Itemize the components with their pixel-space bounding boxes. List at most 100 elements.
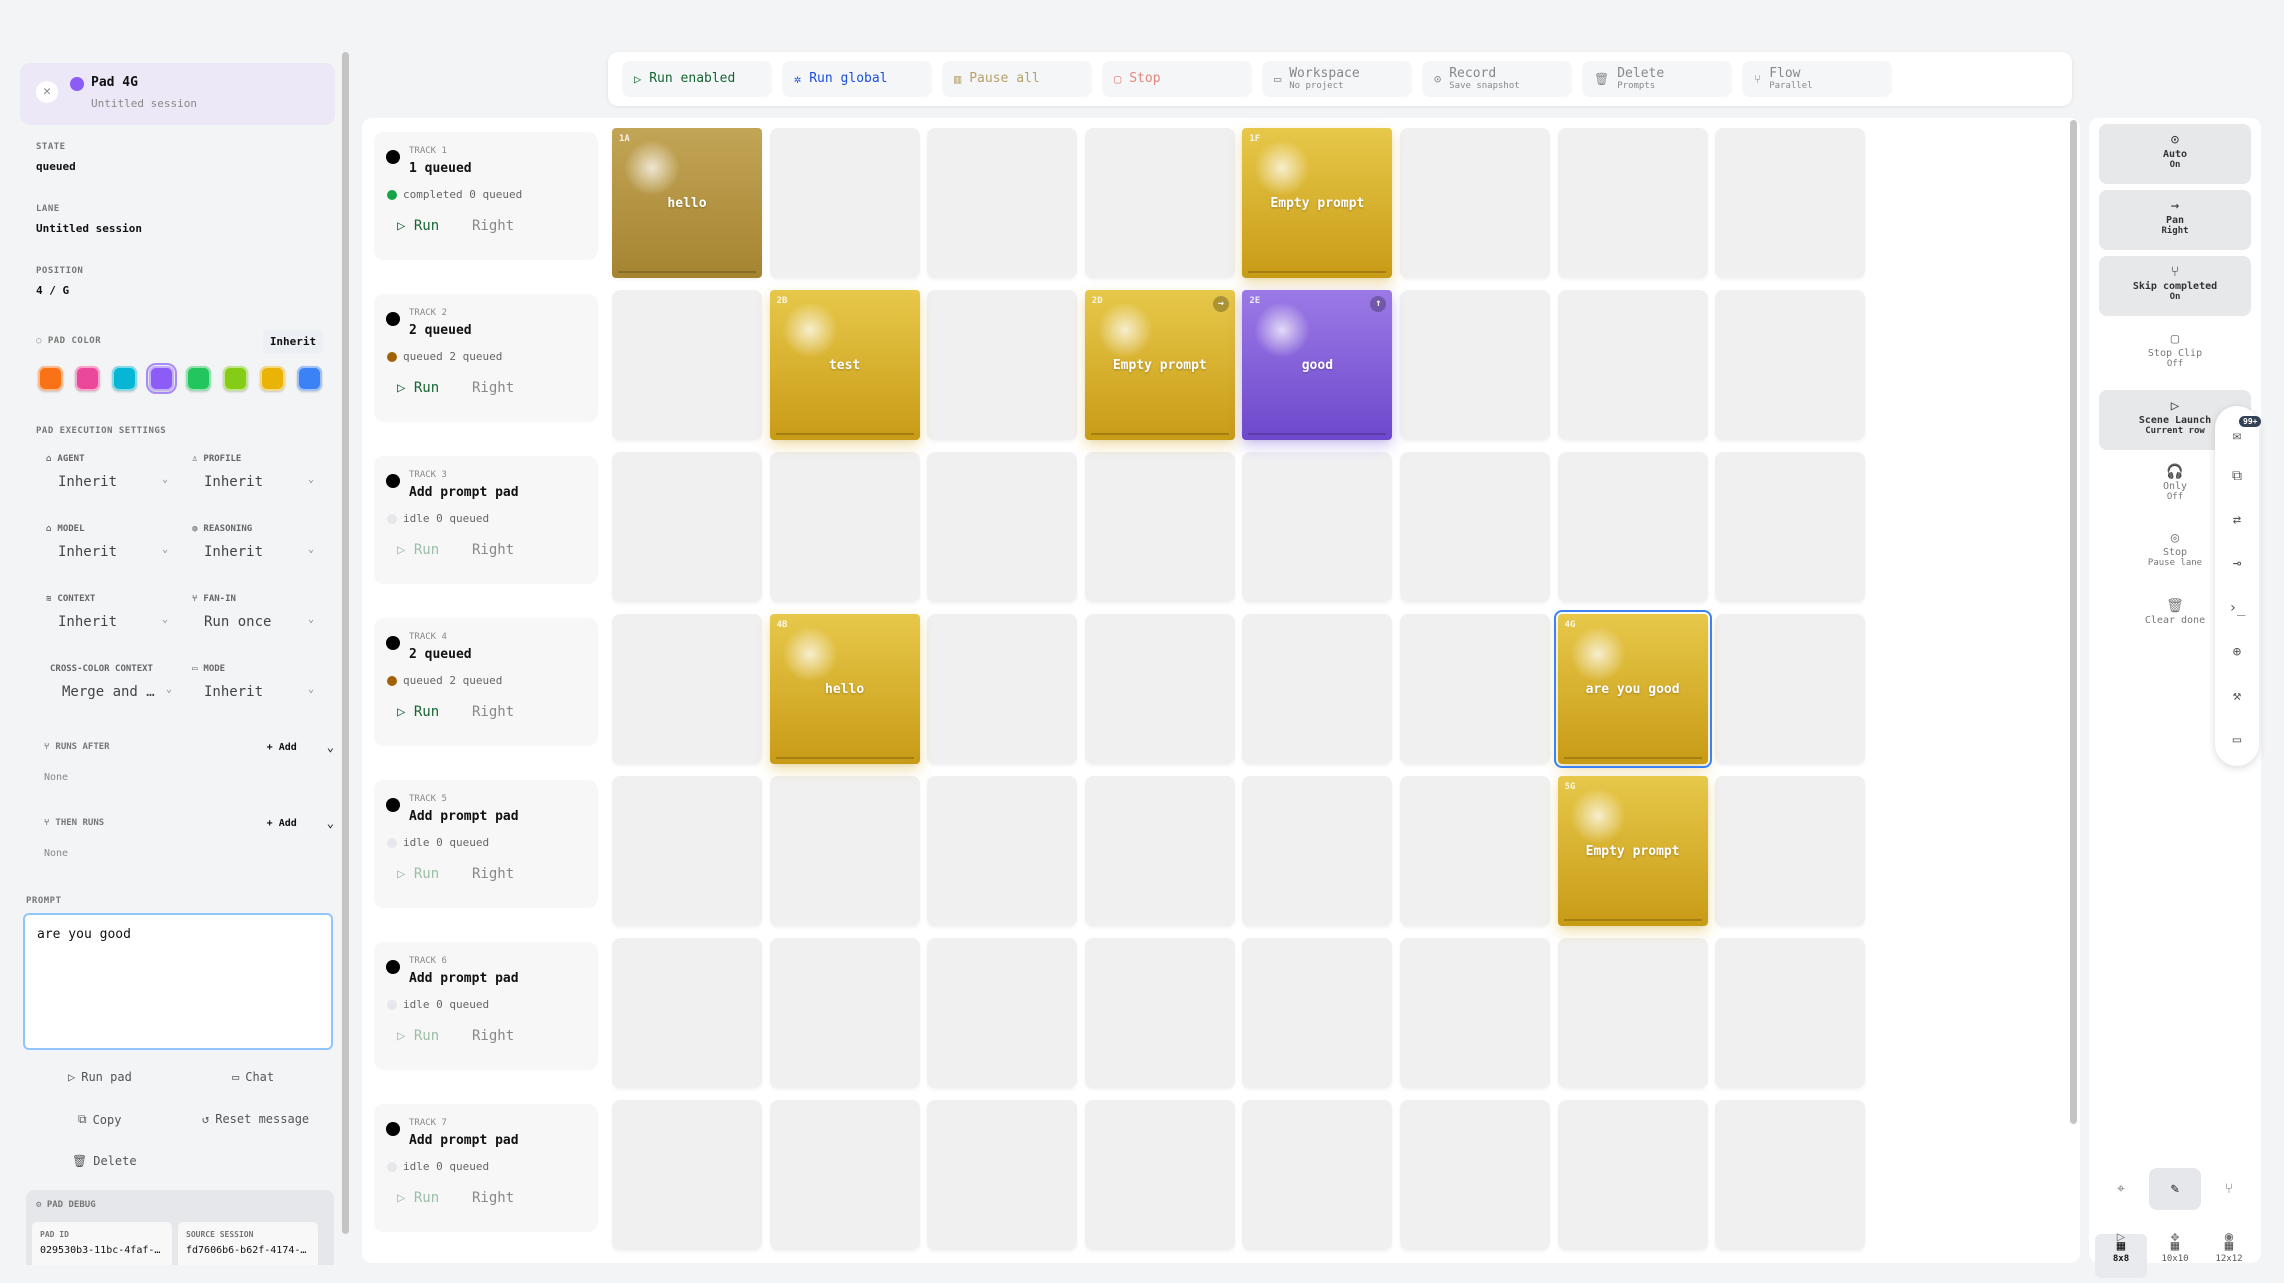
- empty-pad-slot[interactable]: [1084, 614, 1235, 764]
- track-run-button[interactable]: ▷ Run: [397, 866, 439, 882]
- empty-pad-slot[interactable]: [769, 938, 920, 1088]
- track-run-button[interactable]: ▷ Run: [397, 542, 439, 558]
- agent-select[interactable]: Inherit: [58, 474, 117, 490]
- copy-icon[interactable]: ⧉: [2228, 468, 2246, 484]
- model-field[interactable]: ⌂ MODEL Inherit ⌄: [46, 524, 186, 560]
- empty-pad-slot[interactable]: [769, 1100, 920, 1250]
- inbox-icon[interactable]: ✉: [2228, 428, 2246, 444]
- track-dot[interactable]: [386, 960, 400, 974]
- run-pad-button[interactable]: ▷ Run pad: [68, 1070, 132, 1084]
- delete-pad-button[interactable]: 🗑 Delete: [72, 1154, 137, 1168]
- chevron-down-icon[interactable]: ⌄: [327, 740, 334, 754]
- color-swatch[interactable]: [297, 366, 322, 391]
- empty-pad-slot[interactable]: [1242, 938, 1393, 1088]
- track-run-button[interactable]: ▷ Run: [397, 1028, 439, 1044]
- empty-pad-slot[interactable]: [1400, 290, 1550, 440]
- eye-tool-icon[interactable]: ◉: [2203, 1216, 2255, 1258]
- toolbar-button-1[interactable]: ✲ Run global: [782, 61, 932, 97]
- empty-pad-slot[interactable]: [612, 614, 762, 764]
- commit-icon[interactable]: ⊸: [2228, 556, 2246, 572]
- empty-pad-slot[interactable]: [1715, 128, 1866, 278]
- left-scrollbar[interactable]: [342, 52, 349, 1234]
- context-select[interactable]: Inherit: [58, 614, 117, 630]
- empty-pad-slot[interactable]: [1400, 1100, 1550, 1250]
- empty-pad-slot[interactable]: [1400, 776, 1550, 926]
- empty-pad-slot[interactable]: [927, 938, 1078, 1088]
- empty-pad-slot[interactable]: [927, 1100, 1078, 1250]
- color-swatch[interactable]: [186, 366, 211, 391]
- empty-pad-slot[interactable]: [927, 776, 1078, 926]
- right-control-2[interactable]: ⑂ Skip completed On: [2099, 256, 2251, 316]
- select-tool-icon[interactable]: ⌖: [2095, 1168, 2147, 1210]
- prompt-pad[interactable]: 2B test: [769, 290, 920, 440]
- empty-pad-slot[interactable]: [1084, 1100, 1235, 1250]
- prompt-pad[interactable]: 2D Empty prompt →: [1084, 290, 1235, 440]
- track-dot[interactable]: [386, 798, 400, 812]
- track-right-button[interactable]: Right: [472, 218, 514, 234]
- empty-pad-slot[interactable]: [1242, 776, 1393, 926]
- toolbar-button-4[interactable]: ▭ Workspace No project: [1262, 61, 1412, 97]
- empty-pad-slot[interactable]: [1400, 452, 1550, 602]
- empty-pad-slot[interactable]: [927, 452, 1078, 602]
- toolbar-button-5[interactable]: ⊙ Record Save snapshot: [1422, 61, 1572, 97]
- prompt-pad[interactable]: 4B hello: [769, 614, 920, 764]
- track-dot[interactable]: [386, 474, 400, 488]
- context-field[interactable]: ≋ CONTEXT Inherit ⌄: [46, 594, 186, 630]
- globe-icon[interactable]: ⊕: [2228, 644, 2246, 660]
- agent-field[interactable]: ⌂ AGENT Inherit ⌄: [46, 454, 186, 490]
- mode-field[interactable]: ▭ MODE Inherit ⌄: [192, 664, 332, 700]
- copy-button[interactable]: ⧉ Copy: [78, 1112, 121, 1127]
- empty-pad-slot[interactable]: [1084, 938, 1235, 1088]
- toolbar-button-7[interactable]: ⑂ Flow Parallel: [1742, 61, 1892, 97]
- prompt-pad[interactable]: 4G are you good: [1553, 610, 1712, 768]
- track-dot[interactable]: [386, 150, 400, 164]
- prompt-pad[interactable]: 5G Empty prompt: [1557, 776, 1708, 926]
- fanin-select[interactable]: Run once: [204, 614, 271, 630]
- track-run-button[interactable]: ▷ Run: [397, 704, 439, 720]
- reset-message-button[interactable]: ↺ Reset message: [202, 1112, 309, 1126]
- track-right-button[interactable]: Right: [472, 380, 514, 396]
- mode-select[interactable]: Inherit: [204, 684, 263, 700]
- pencil-tool-icon[interactable]: ✎: [2149, 1168, 2201, 1210]
- toolbar-button-0[interactable]: ▷ Run enabled: [622, 61, 772, 97]
- wrench-icon[interactable]: ⚒: [2228, 688, 2246, 704]
- track-dot[interactable]: [386, 312, 400, 326]
- prompt-pad[interactable]: 1F Empty prompt: [1242, 128, 1393, 278]
- color-swatch[interactable]: [38, 366, 63, 391]
- empty-pad-slot[interactable]: [1715, 290, 1866, 440]
- profile-select[interactable]: Inherit: [204, 474, 263, 490]
- empty-pad-slot[interactable]: [1557, 938, 1708, 1088]
- empty-pad-slot[interactable]: [1400, 128, 1550, 278]
- empty-pad-slot[interactable]: [1715, 776, 1866, 926]
- track-run-button[interactable]: ▷ Run: [397, 380, 439, 396]
- fanin-field[interactable]: ⑂ FAN-IN Run once ⌄: [192, 594, 332, 630]
- empty-pad-slot[interactable]: [612, 290, 762, 440]
- right-control-3[interactable]: ▢ Stop Clip Off: [2099, 323, 2251, 383]
- track-right-button[interactable]: Right: [472, 542, 514, 558]
- color-swatch[interactable]: [146, 363, 177, 394]
- grid-scrollbar[interactable]: [2070, 120, 2077, 1124]
- toolbar-button-2[interactable]: ▥ Pause all: [942, 61, 1092, 97]
- move-tool-icon[interactable]: ✥: [2149, 1216, 2201, 1258]
- empty-pad-slot[interactable]: [1242, 614, 1393, 764]
- empty-pad-slot[interactable]: [1400, 614, 1550, 764]
- empty-pad-slot[interactable]: [769, 128, 920, 278]
- branch-tool-icon[interactable]: ⑂: [2203, 1168, 2255, 1210]
- empty-pad-slot[interactable]: [927, 128, 1078, 278]
- right-control-0[interactable]: ⊙ Auto On: [2099, 124, 2251, 184]
- empty-pad-slot[interactable]: [1400, 938, 1550, 1088]
- empty-pad-slot[interactable]: [1715, 614, 1866, 764]
- track-right-button[interactable]: Right: [472, 704, 514, 720]
- track-run-button[interactable]: ▷ Run: [397, 218, 439, 234]
- color-swatch[interactable]: [75, 366, 100, 391]
- track-dot[interactable]: [386, 636, 400, 650]
- chat-button[interactable]: ▭ Chat: [232, 1070, 274, 1084]
- prompt-textarea[interactable]: are you good: [23, 913, 333, 1050]
- empty-pad-slot[interactable]: [612, 776, 762, 926]
- terminal-icon[interactable]: ›_: [2228, 600, 2246, 616]
- message-icon[interactable]: ▭: [2228, 732, 2246, 748]
- empty-pad-slot[interactable]: [1715, 938, 1866, 1088]
- reasoning-field[interactable]: ◍ REASONING Inherit ⌄: [192, 524, 332, 560]
- empty-pad-slot[interactable]: [612, 452, 762, 602]
- empty-pad-slot[interactable]: [769, 776, 920, 926]
